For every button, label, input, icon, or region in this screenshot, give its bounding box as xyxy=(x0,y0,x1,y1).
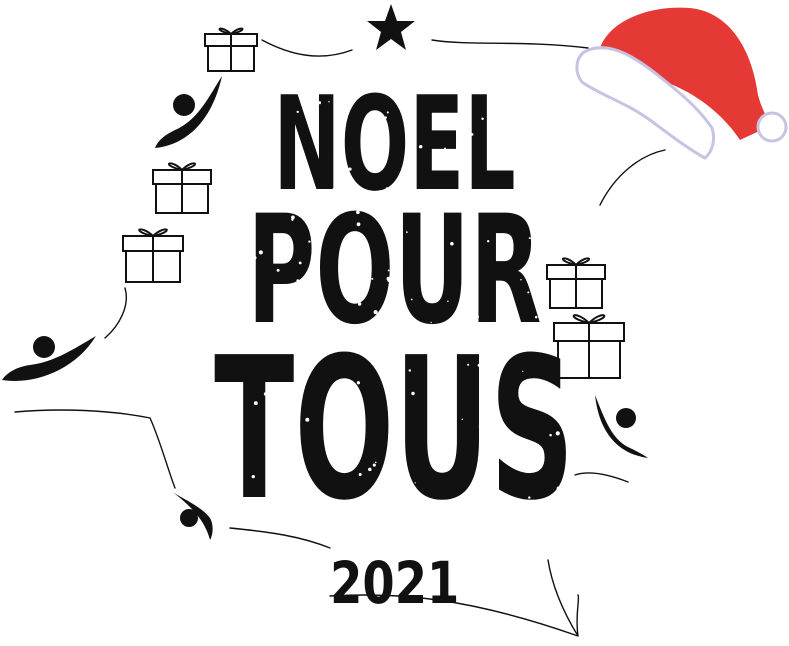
logo: NOEL POUR TOUS 2021 xyxy=(0,0,789,646)
snow-texture xyxy=(208,88,571,513)
